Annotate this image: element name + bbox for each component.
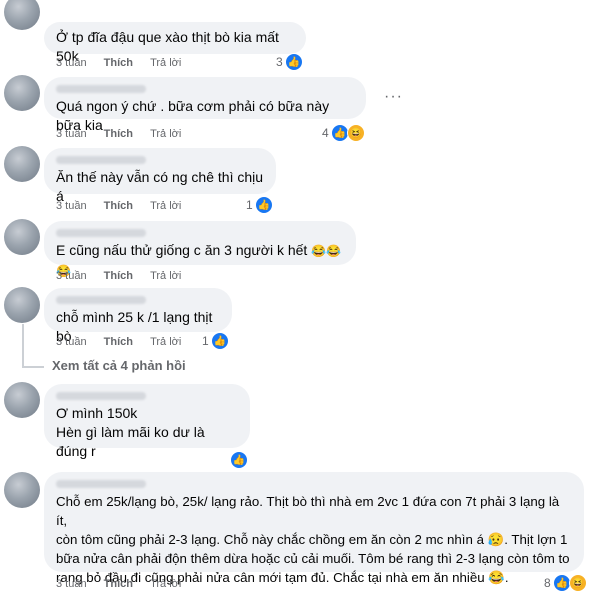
reaction-summary[interactable]: 1 👍 [246,196,273,214]
comment-line: còn tôm cũng phải 2-3 lạng. Chỗ này chắc… [56,532,568,547]
comment-bubble: Ăn thế này vẫn có ng chê thì chịu á [44,148,276,204]
like-link[interactable]: Thích [104,336,133,348]
like-link[interactable]: Thích [104,57,133,69]
author-name[interactable] [56,229,146,237]
timestamp: 3 tuần [56,200,87,212]
like-reaction-icon: 👍 [552,574,571,592]
comment-text-body: E cũng nấu thử giống c ăn 3 người k hết [56,242,308,258]
author-name[interactable] [56,392,146,400]
timestamp: 3 tuần [56,270,87,282]
like-link[interactable]: Thích [104,128,133,140]
timestamp: 3 tuần [56,128,87,140]
reaction-summary[interactable]: 1 👍 [202,332,229,350]
more-options-icon[interactable]: ··· [384,88,403,106]
comment-meta: 3 tuần Thích Trả lời [56,336,195,348]
reply-link[interactable]: Trả lời [150,336,181,348]
comment-meta: 3 tuần Thích Trả lời [56,57,195,69]
comment-bubble: Quá ngon ý chứ . bữa cơm phải có bữa này… [44,77,366,133]
reply-link[interactable]: Trả lời [150,200,181,212]
comment-bubble: Ở tp đĩa đậu que xào thịt bò kia mất 50k [44,22,306,64]
author-name[interactable] [56,85,146,93]
comment-bubble: Chỗ em 25k/lạng bò, 25k/ lạng rảo. Thịt … [44,472,584,585]
avatar[interactable] [4,75,40,111]
comment-bubble: chỗ mình 25 k /1 lạng thịt bò [44,288,232,344]
like-reaction-icon: 👍 [254,196,273,214]
comment-bubble: E cũng nấu thử giống c ăn 3 người k hết … [44,221,356,278]
avatar[interactable] [4,146,40,182]
comment-meta: 3 tuần Thích Trả lời [56,200,195,212]
author-name[interactable] [56,296,146,304]
timestamp: 3 tuần [56,578,87,590]
timestamp: 3 tuần [56,336,87,348]
reaction-count: 3 [276,55,283,69]
like-reaction-icon: 👍 [230,451,248,469]
reaction-summary[interactable]: 👍 [230,451,248,469]
comment-meta: 3 tuần Thích Trả lời [56,128,195,140]
comment-line: Hèn gì làm mãi ko dư là đúng r [56,424,205,459]
haha-reaction-icon: 😆 [346,124,365,142]
author-name[interactable] [56,480,146,488]
reply-link[interactable]: Trả lời [150,128,181,140]
author-name[interactable] [56,156,146,164]
reaction-summary[interactable]: 4 👍 😆 [322,124,365,142]
like-reaction-icon: 👍 [330,124,349,142]
like-reaction-icon: 👍 [284,53,303,71]
view-replies-link[interactable]: Xem tất cả 4 phản hồi [52,358,186,373]
comment-line: Chỗ em 25k/lạng bò, 25k/ lạng rảo. Thịt … [56,494,560,528]
comment-line: Ơ mình 150k [56,405,138,421]
comment-bubble: Ơ mình 150k Hèn gì làm mãi ko dư là đúng… [44,384,250,459]
haha-reaction-icon: 😆 [568,574,587,592]
avatar[interactable] [4,287,40,323]
reaction-count: 1 [246,198,253,212]
reaction-summary[interactable]: 3 👍 [276,53,303,71]
like-link[interactable]: Thích [104,578,133,590]
like-link[interactable]: Thích [104,270,133,282]
comment-meta: 3 tuần Thích Trả lời [56,578,195,590]
avatar[interactable] [4,0,40,30]
reaction-count: 1 [202,334,209,348]
thread-line [22,324,24,366]
avatar[interactable] [4,219,40,255]
like-link[interactable]: Thích [104,200,133,212]
reaction-summary[interactable]: 8 👍 😆 [544,574,587,592]
reply-link[interactable]: Trả lời [150,57,181,69]
like-reaction-icon: 👍 [210,332,229,350]
avatar[interactable] [4,382,40,418]
avatar[interactable] [4,472,40,508]
thread-branch [22,366,44,368]
reply-link[interactable]: Trả lời [150,578,181,590]
reaction-count: 4 [322,126,329,140]
comment-line: bữa nửa cân phải độn thêm dừa hoặc củ cả… [56,551,570,566]
comment-meta: 3 tuần Thích Trả lời [56,270,195,282]
reaction-count: 8 [544,576,551,590]
timestamp: 3 tuần [56,57,87,69]
reply-link[interactable]: Trả lời [150,270,181,282]
